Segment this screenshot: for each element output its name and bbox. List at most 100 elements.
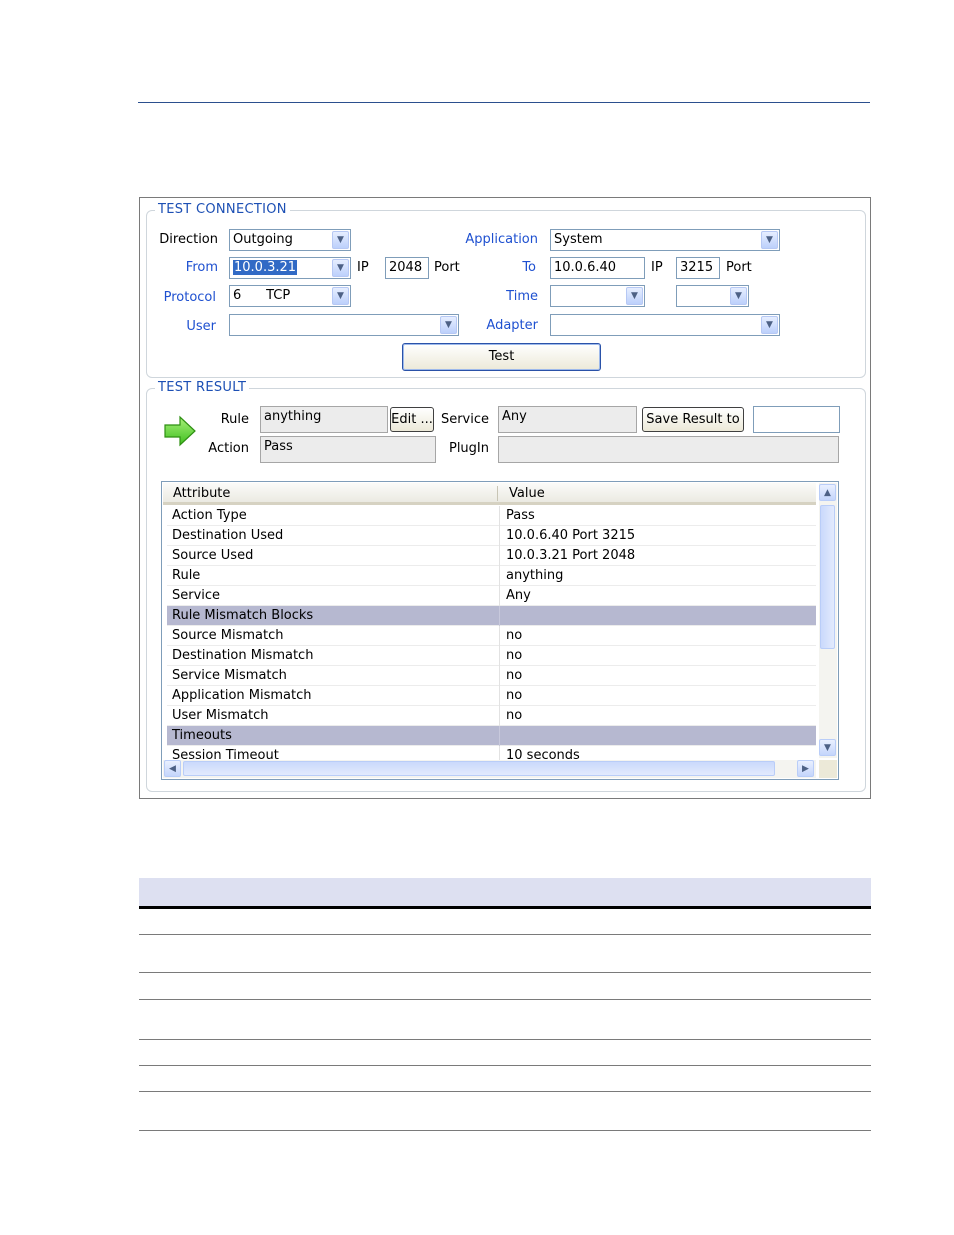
chevron-down-icon[interactable]: ▼ [730,287,747,305]
chevron-down-icon[interactable]: ▼ [332,259,349,277]
to-port-input[interactable]: 3215 [676,257,720,279]
result-grid[interactable]: Attribute Value Action Type Pass Destinat… [161,481,839,780]
doc-table-row-divider [139,999,871,1000]
doc-table-row-divider [139,1091,871,1092]
scroll-corner [819,760,837,778]
row-attribute: Destination Used [172,528,284,543]
row-attribute: Timeouts [172,728,232,743]
row-value: no [506,648,523,663]
protocol-select[interactable]: 6 TCP ▼ [229,285,351,307]
time-select-2[interactable]: ▼ [676,285,749,307]
table-row[interactable]: User Mismatch no [167,706,816,726]
application-select[interactable]: System ▼ [550,229,780,251]
row-attribute: Action Type [172,508,247,523]
table-row[interactable]: Application Mismatch no [167,686,816,706]
doc-table-row-divider [139,1039,871,1040]
row-attribute: Source Mismatch [172,628,284,643]
row-attribute: Application Mismatch [172,688,312,703]
row-value: Any [506,588,531,603]
page-top-rule [138,102,870,103]
vertical-scroll-thumb[interactable] [820,505,835,649]
scroll-up-icon[interactable]: ▲ [819,484,836,501]
row-attribute: Source Used [172,548,254,563]
user-select[interactable]: ▼ [229,314,459,336]
service-label: Service [440,412,489,427]
row-value: no [506,688,523,703]
time-label: Time [506,289,538,304]
table-row[interactable]: Destination Used 10.0.6.40 Port 3215 [167,526,816,546]
edit-rule-button[interactable]: Edit ... [390,407,434,432]
to-ip-input[interactable]: 10.0.6.40 [550,257,645,279]
from-port-value: 2048 [389,260,423,275]
grid-header-value[interactable]: Value [509,486,545,501]
rule-value: anything [264,409,322,424]
doc-table-row-divider [139,972,871,973]
row-value: no [506,708,523,723]
chevron-down-icon[interactable]: ▼ [761,316,778,334]
from-ip-select[interactable]: 10.0.3.21 ▼ [229,257,351,279]
doc-table-row-divider [139,1065,871,1066]
action-value: Pass [264,439,293,454]
row-value: Pass [506,508,535,523]
table-row[interactable]: Service Mismatch no [167,666,816,686]
adapter-label: Adapter [486,318,538,333]
direction-value: Outgoing [233,232,293,247]
adapter-select[interactable]: ▼ [550,314,780,336]
save-result-input[interactable] [753,406,840,433]
row-attribute: User Mismatch [172,708,269,723]
chevron-down-icon[interactable]: ▼ [440,316,457,334]
direction-select[interactable]: Outgoing ▼ [229,229,351,251]
table-row[interactable]: Source Mismatch no [167,626,816,646]
application-value: System [554,232,603,247]
grid-header-divider[interactable] [497,486,498,501]
time-select-1[interactable]: ▼ [550,285,645,307]
row-attribute: Destination Mismatch [172,648,314,663]
row-attribute: Service Mismatch [172,668,287,683]
action-field: Pass [260,436,436,463]
row-attribute: Rule Mismatch Blocks [172,608,314,623]
doc-table-header [139,878,871,906]
table-row[interactable]: Destination Mismatch no [167,646,816,666]
from-label: From [185,260,218,275]
table-row[interactable]: Source Used 10.0.3.21 Port 2048 [167,546,816,566]
application-label: Application [465,232,538,247]
doc-table-row-divider [139,1130,871,1131]
to-label: To [522,260,536,275]
chevron-down-icon[interactable]: ▼ [626,287,643,305]
grid-header-attribute[interactable]: Attribute [173,486,230,501]
chevron-down-icon[interactable]: ▼ [761,231,778,249]
protocol-value: 6 TCP [233,288,291,303]
scroll-down-icon[interactable]: ▼ [819,739,836,756]
row-value: anything [506,568,564,583]
chevron-down-icon[interactable]: ▼ [332,231,349,249]
doc-table-row-divider [139,934,871,935]
table-row[interactable]: Action Type Pass [167,506,816,526]
doc-table-header-rule [139,906,871,909]
row-value: no [506,628,523,643]
action-label: Action [208,441,249,456]
grid-rows: Action Type Pass Destination Used 10.0.6.4… [167,506,816,766]
save-result-button[interactable]: Save Result to [642,407,744,432]
plugin-field [498,436,839,463]
to-ip-value: 10.0.6.40 [554,260,617,275]
table-row[interactable]: Service Any [167,586,816,606]
row-attribute: Rule [172,568,201,583]
horizontal-scrollbar[interactable]: ◀ ▶ [163,760,816,778]
user-label: User [186,319,216,334]
test-button[interactable]: Test [402,343,601,371]
service-field: Any [498,406,637,433]
scroll-left-icon[interactable]: ◀ [164,760,181,777]
scroll-right-icon[interactable]: ▶ [797,760,814,777]
vertical-scrollbar[interactable]: ▲ ▼ [819,483,837,758]
horizontal-scroll-thumb[interactable] [183,761,775,776]
table-group-row[interactable]: Timeouts [167,726,816,746]
from-port-input[interactable]: 2048 [385,257,429,279]
to-port-value: 3215 [680,260,714,275]
table-row[interactable]: Rule anything [167,566,816,586]
chevron-down-icon[interactable]: ▼ [332,287,349,305]
row-attribute: Service [172,588,221,603]
to-ip-label: IP [651,260,663,275]
table-group-row[interactable]: Rule Mismatch Blocks [167,606,816,626]
from-ip-value: 10.0.3.21 [233,260,298,275]
protocol-label: Protocol [163,290,216,305]
